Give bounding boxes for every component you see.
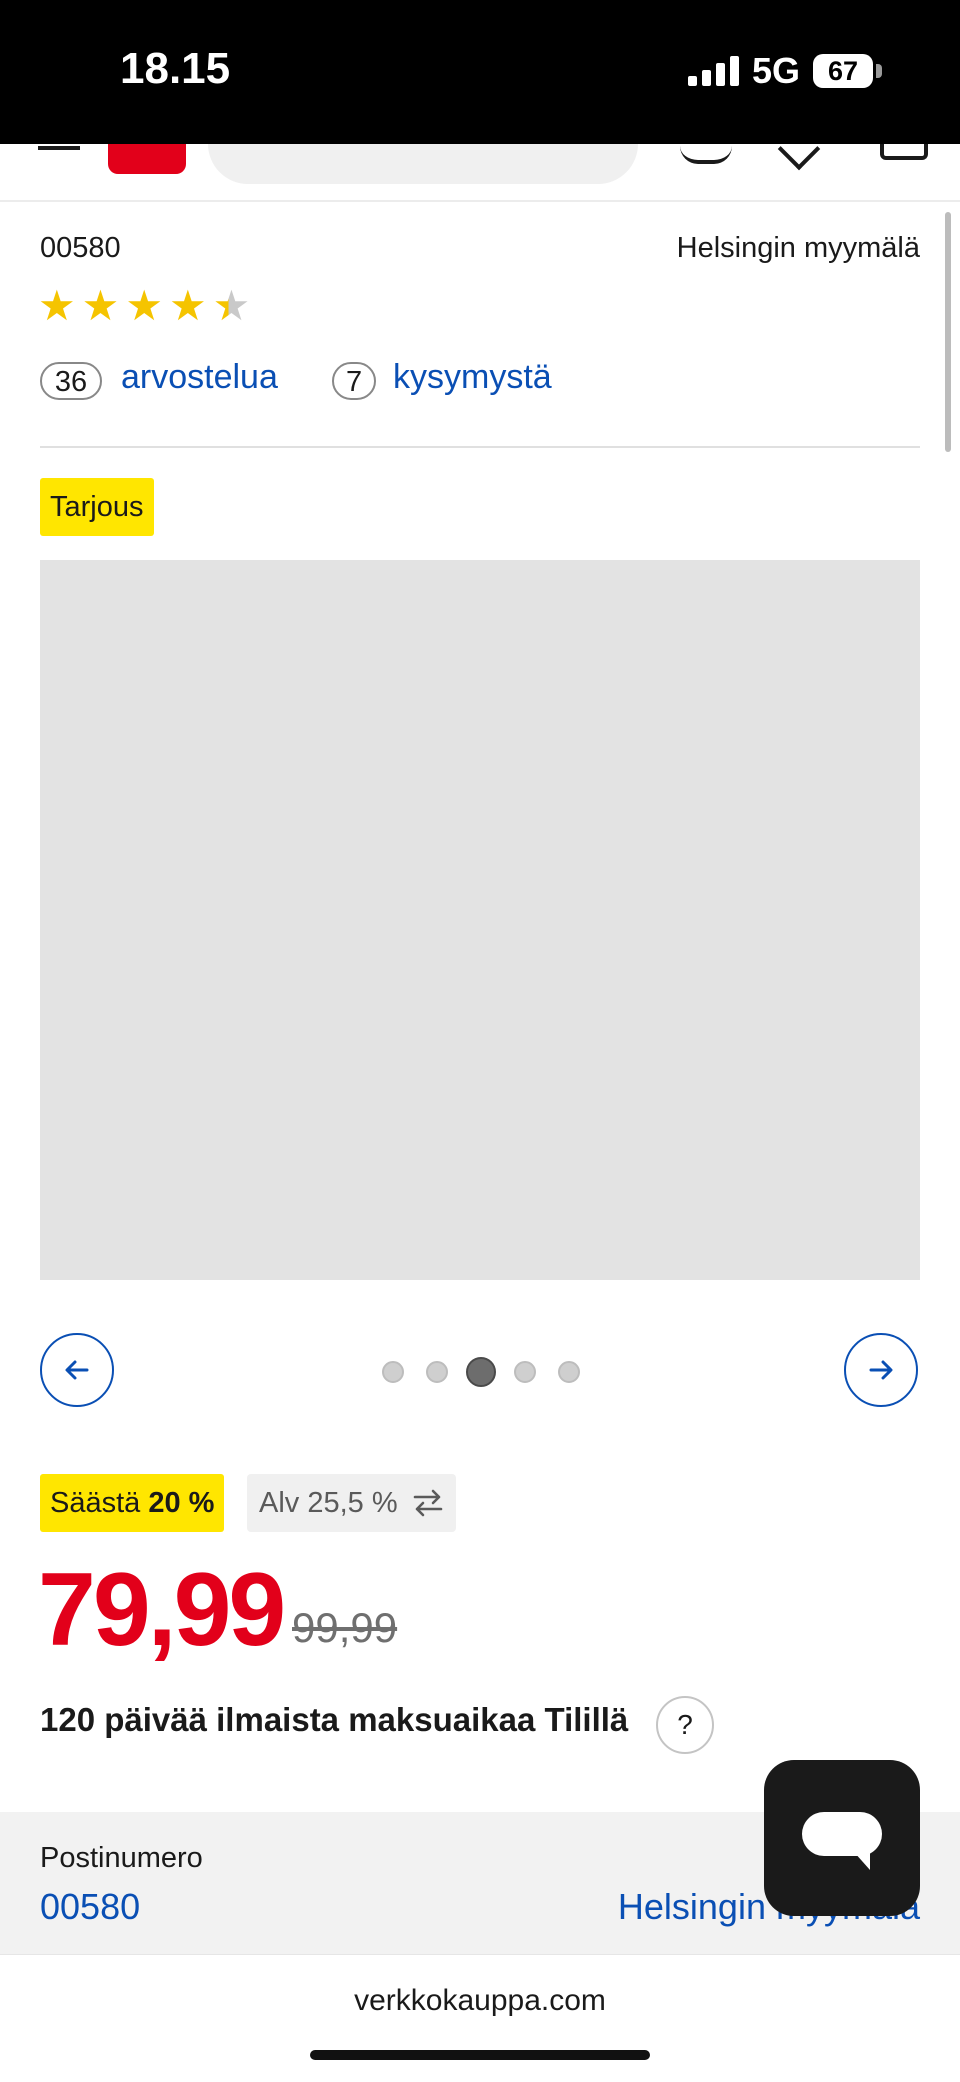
carousel-dot[interactable]	[466, 1357, 496, 1387]
arrow-left-icon	[65, 1360, 89, 1380]
carousel-prev-button[interactable]	[40, 1333, 114, 1407]
discount-badge: Säästä 20 %	[40, 1474, 225, 1532]
store-name[interactable]: Helsingin myymälä	[677, 232, 920, 265]
offer-badge: Tarjous	[40, 478, 154, 536]
current-price: 79,99	[38, 1552, 286, 1668]
store-logo-icon[interactable]	[108, 144, 186, 174]
browser-address-bar	[0, 1954, 960, 2082]
carousel-dot[interactable]	[426, 1361, 448, 1383]
battery-cap	[876, 64, 882, 78]
chat-bubble-icon	[802, 1812, 882, 1856]
cart-icon[interactable]	[880, 144, 928, 160]
carousel-dot[interactable]	[382, 1361, 404, 1383]
product-image[interactable]	[40, 560, 920, 1280]
swap-arrows-icon	[413, 1489, 442, 1517]
wishlist-icon[interactable]	[777, 144, 821, 171]
financing-help-button[interactable]: ?	[656, 1696, 714, 1754]
carousel-next-button[interactable]	[844, 1333, 918, 1407]
questions-count-badge: 7	[332, 362, 377, 400]
star-icon: ★	[212, 282, 251, 329]
scrollbar[interactable]	[945, 212, 951, 452]
questions-link[interactable]: kysymystä	[393, 358, 552, 397]
home-indicator[interactable]	[310, 2050, 650, 2060]
arrow-right-icon	[869, 1360, 893, 1380]
star-icon: ★	[125, 282, 163, 329]
network-type: 5G	[752, 50, 801, 91]
vat-toggle[interactable]: Alv 25,5 %	[247, 1474, 456, 1532]
signal-icon	[688, 54, 740, 86]
carousel-dot[interactable]	[514, 1361, 536, 1383]
discount-percent: 20 %	[148, 1487, 215, 1519]
browser-url[interactable]: verkkokauppa.com	[0, 1984, 960, 2018]
star-icon: ★	[81, 282, 120, 329]
chat-bubble-tail	[854, 1852, 870, 1870]
reviews-link[interactable]: arvostelua	[121, 358, 278, 397]
star-icon: ★	[168, 282, 207, 329]
reviews-count-badge: 36	[40, 362, 102, 400]
old-price: 99,99	[292, 1604, 398, 1651]
financing-text: 120 päivää ilmaista maksuaikaa Tilillä	[40, 1701, 629, 1738]
discount-prefix: Säästä	[50, 1487, 141, 1519]
menu-icon[interactable]	[38, 144, 80, 154]
account-icon[interactable]	[680, 144, 732, 164]
battery-level: 67	[827, 56, 859, 86]
divider	[40, 446, 920, 448]
search-input[interactable]	[208, 144, 638, 184]
star-icon: ★	[38, 282, 76, 329]
status-time: 18.15	[120, 44, 231, 93]
chat-button[interactable]	[764, 1760, 920, 1916]
carousel-dot[interactable]	[558, 1361, 580, 1383]
postal-code[interactable]: 00580	[40, 232, 121, 265]
postal-code-label: Postinumero	[40, 1842, 203, 1874]
site-header	[0, 144, 960, 202]
vat-label: Alv 25,5 %	[259, 1487, 398, 1519]
postal-code-link[interactable]: 00580	[40, 1886, 140, 1928]
rating-stars[interactable]: ★ ★ ★ ★ ★	[38, 284, 250, 328]
